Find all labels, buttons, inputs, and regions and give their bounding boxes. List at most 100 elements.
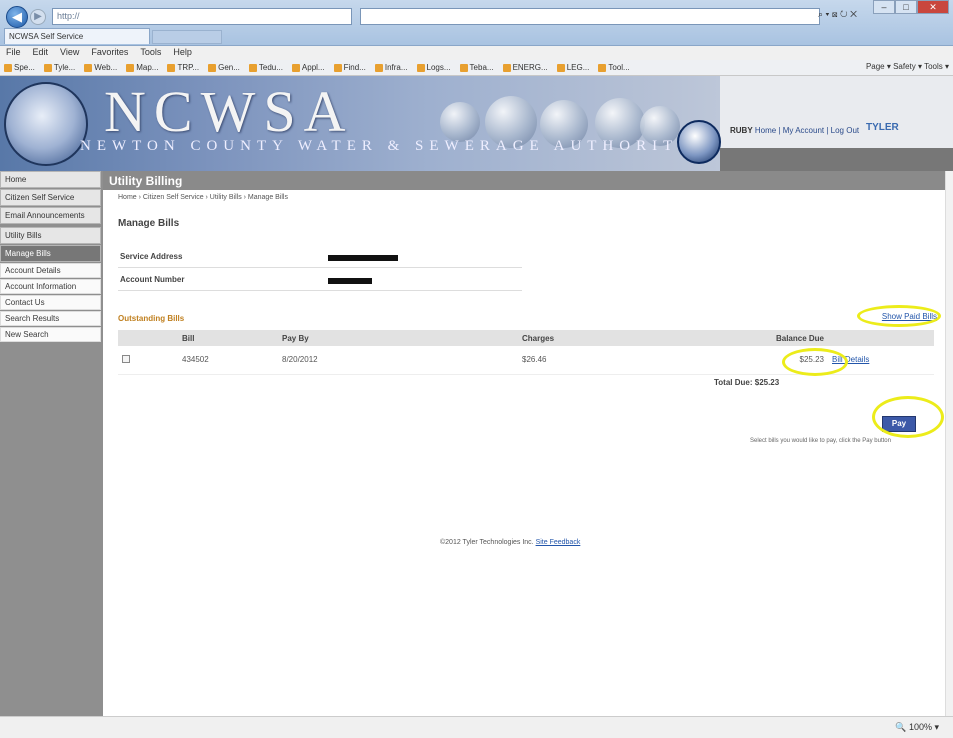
favorite-link[interactable]: Map... bbox=[126, 62, 158, 73]
site-logo-text: NCWSA bbox=[104, 79, 354, 144]
maximize-icon[interactable]: □ bbox=[895, 0, 917, 14]
favorite-link[interactable]: Tedu... bbox=[248, 62, 283, 73]
favorite-label: Web... bbox=[94, 63, 118, 72]
bill-number-cell: 434502 bbox=[178, 346, 278, 375]
zoom-level[interactable]: 🔍 100% ▾ bbox=[895, 722, 939, 733]
favorite-link[interactable]: Tyle... bbox=[43, 62, 76, 73]
back-arrow-icon[interactable]: ◀ bbox=[6, 6, 28, 28]
command-bar-tools[interactable]: Page ▾ Safety ▾ Tools ▾ bbox=[866, 62, 949, 73]
account-number-row: Account Number bbox=[118, 269, 522, 291]
favorite-label: Map... bbox=[136, 63, 159, 72]
sidebar-item-citizen-self-service[interactable]: Citizen Self Service bbox=[0, 189, 101, 206]
sidebar-item-utility-bills[interactable]: Utility Bills bbox=[0, 227, 101, 244]
table-header: Bill Pay By Charges Balance Due bbox=[118, 330, 934, 346]
menu-item-help[interactable]: Help bbox=[173, 47, 192, 59]
globe-logo-icon bbox=[4, 82, 88, 166]
pay-instructions: Select bills you would like to pay, clic… bbox=[750, 438, 891, 444]
favorite-link[interactable]: Teba... bbox=[459, 62, 494, 73]
favorite-link[interactable]: LEG... bbox=[556, 62, 590, 73]
menu-item-edit[interactable]: Edit bbox=[33, 47, 49, 59]
favorite-link[interactable]: ENERG... bbox=[502, 62, 548, 73]
column-header: Pay By bbox=[278, 330, 518, 346]
favorite-label: Find... bbox=[343, 63, 366, 72]
minimize-icon[interactable]: – bbox=[873, 0, 895, 14]
favorite-label: Gen... bbox=[218, 63, 240, 72]
menu-item-tools[interactable]: Tools bbox=[140, 47, 161, 59]
favorite-page-icon bbox=[43, 63, 52, 72]
favorite-link[interactable]: Tool... bbox=[598, 62, 630, 73]
column-header: Charges bbox=[518, 330, 708, 346]
status-bar: 🔍 100% ▾ bbox=[0, 716, 953, 738]
site-logo-subtitle: NEWTON COUNTY WATER & SEWERAGE AUTHORITY bbox=[80, 138, 696, 154]
favorite-page-icon bbox=[248, 63, 257, 72]
menu-item-favorites[interactable]: Favorites bbox=[91, 47, 128, 59]
favorites-bar: Spe... Tyle... Web... Map... TRP... Gen... Ted… bbox=[0, 60, 953, 76]
tyler-logo: TYLER bbox=[866, 122, 899, 133]
pay-by-cell: 8/20/2012 bbox=[278, 346, 518, 375]
favorite-page-icon bbox=[333, 63, 342, 72]
address-bar[interactable]: http:// bbox=[52, 8, 352, 25]
sidebar-item-account-information[interactable]: Account Information bbox=[0, 279, 101, 294]
zoom-icon: 🔍 bbox=[895, 722, 907, 732]
sidebar-item-search-results[interactable]: Search Results bbox=[0, 311, 101, 326]
column-header: Balance Due bbox=[708, 330, 828, 346]
favorite-link[interactable]: Infra... bbox=[374, 62, 408, 73]
favorite-page-icon bbox=[374, 63, 383, 72]
sidebar-item-email-announcements[interactable]: Email Announcements bbox=[0, 207, 101, 224]
row-checkbox[interactable] bbox=[122, 354, 130, 363]
address-tools-icons[interactable]: ⌕ ▾ ⊠ ↻ ✕ bbox=[818, 9, 857, 20]
close-icon[interactable]: ✕ bbox=[917, 0, 949, 14]
sidebar-item-manage-bills[interactable]: Manage Bills bbox=[0, 245, 101, 262]
favorite-link[interactable]: Appl... bbox=[291, 62, 325, 73]
favorite-label: Spe... bbox=[14, 63, 35, 72]
vertical-scrollbar[interactable] bbox=[945, 171, 953, 716]
forward-arrow-icon[interactable]: ▶ bbox=[30, 9, 46, 25]
browser-tab-new[interactable] bbox=[152, 30, 222, 44]
menu-item-view[interactable]: View bbox=[60, 47, 79, 59]
highlight-circle bbox=[782, 348, 848, 376]
page-title: Manage Bills bbox=[118, 218, 180, 229]
browser-titlebar: ◀ ▶ http:// ⌕ ▾ ⊠ ↻ ✕ – □ ✕ NCWSA Self S… bbox=[0, 0, 953, 46]
sidebar-item-account-details[interactable]: Account Details bbox=[0, 263, 101, 278]
redacted-account-number bbox=[328, 278, 372, 284]
zoom-value: 100% bbox=[908, 722, 932, 732]
sidebar-item-contact-us[interactable]: Contact Us bbox=[0, 295, 101, 310]
column-header: Bill bbox=[178, 330, 278, 346]
favorite-label: LEG... bbox=[566, 63, 590, 72]
menu-item-file[interactable]: File bbox=[6, 47, 21, 59]
address-bar-extension[interactable] bbox=[360, 8, 820, 25]
window-controls: – □ ✕ bbox=[873, 0, 949, 16]
sidebar-item-home[interactable]: Home bbox=[0, 171, 101, 188]
browser-tab-active[interactable]: NCWSA Self Service bbox=[4, 28, 150, 44]
charges-cell: $26.46 bbox=[518, 346, 708, 375]
site-feedback-link[interactable]: Site Feedback bbox=[536, 539, 581, 546]
favorite-link[interactable]: Spe... bbox=[4, 62, 35, 73]
favorite-page-icon bbox=[208, 63, 217, 72]
redacted-service-address bbox=[328, 255, 398, 261]
favorite-label: TRP... bbox=[177, 63, 200, 72]
favorite-link[interactable]: Find... bbox=[333, 62, 366, 73]
banner-strip bbox=[720, 148, 953, 171]
site-banner: NCWSA NEWTON COUNTY WATER & SEWERAGE AUT… bbox=[0, 76, 953, 171]
breadcrumb[interactable]: Home › Citizen Self Service › Utility Bi… bbox=[118, 194, 288, 201]
favorite-link[interactable]: Web... bbox=[84, 62, 117, 73]
favorite-link[interactable]: Logs... bbox=[416, 62, 451, 73]
favorite-label: ENERG... bbox=[512, 63, 548, 72]
favorite-label: Appl... bbox=[301, 63, 325, 72]
highlight-circle bbox=[857, 305, 941, 327]
footer: ©2012 Tyler Technologies Inc. Site Feedb… bbox=[440, 539, 580, 546]
emblem-logo-icon bbox=[677, 120, 721, 164]
favorite-label: Tool... bbox=[608, 63, 630, 72]
favorite-label: Tyle... bbox=[53, 63, 76, 72]
tab-bar: NCWSA Self Service bbox=[0, 28, 953, 44]
favorite-label: Logs... bbox=[426, 63, 451, 72]
service-address-label: Service Address bbox=[120, 252, 183, 261]
favorite-page-icon bbox=[84, 63, 93, 72]
favorite-label: Teba... bbox=[469, 63, 494, 72]
favorite-link[interactable]: TRP... bbox=[167, 62, 199, 73]
favorite-label: Tedu... bbox=[258, 63, 283, 72]
account-links[interactable]: Home | My Account | Log Out bbox=[755, 126, 859, 135]
sidebar-item-new-search[interactable]: New Search bbox=[0, 327, 101, 342]
favorite-link[interactable]: Gen... bbox=[208, 62, 240, 73]
favorite-page-icon bbox=[556, 63, 565, 72]
